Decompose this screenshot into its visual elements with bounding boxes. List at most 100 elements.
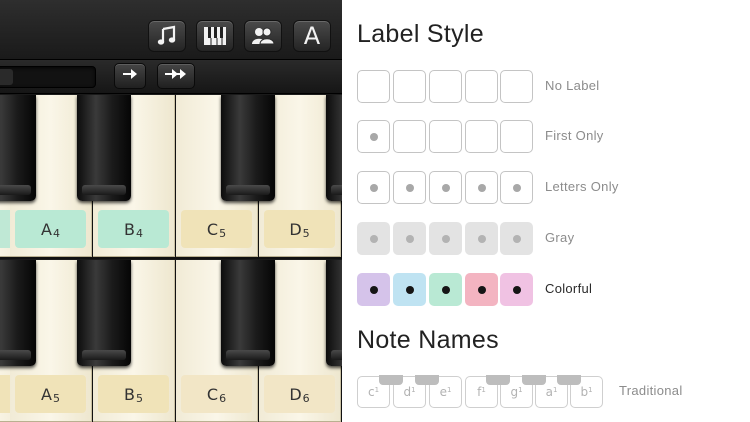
note-letter: D xyxy=(289,384,302,404)
music-note-button[interactable] xyxy=(148,20,186,52)
preview-box xyxy=(465,273,498,306)
preview-box xyxy=(500,273,533,306)
note-octave: 4 xyxy=(52,226,60,240)
key-label-a5: A5 xyxy=(15,375,86,413)
preview-box xyxy=(429,222,462,255)
note-letter: D xyxy=(289,219,302,239)
note-octave: 6 xyxy=(219,391,227,405)
mini-black-key xyxy=(486,375,510,385)
dot-icon xyxy=(512,285,521,294)
preview-box xyxy=(357,222,390,255)
preview-box xyxy=(393,171,426,204)
preview-box xyxy=(500,70,533,103)
black-key[interactable] xyxy=(326,260,342,366)
preview-box xyxy=(465,70,498,103)
note-name-option-traditional[interactable]: c1 d1 e1 f1 g1 a1 b1 Traditional xyxy=(357,375,737,409)
note-octave: 4 xyxy=(135,226,143,240)
note-names-title: Note Names xyxy=(357,326,499,354)
key-label-a4: A4 xyxy=(15,210,86,248)
dot-icon xyxy=(441,183,450,192)
mini-black-key xyxy=(522,375,546,385)
preview-box xyxy=(465,171,498,204)
key-label-b5: B5 xyxy=(98,375,169,413)
black-key[interactable] xyxy=(0,95,36,201)
note-octave: 5 xyxy=(135,391,143,405)
scroll-right-button[interactable] xyxy=(114,63,146,89)
mini-black-key xyxy=(379,375,403,385)
preview-box xyxy=(500,171,533,204)
keyboard-top: A4 B4 C5 D5 xyxy=(0,95,342,259)
minimap-thumb[interactable] xyxy=(0,69,13,85)
note-letter: b xyxy=(580,385,589,399)
keyboard-minimap[interactable] xyxy=(0,66,96,88)
note-letter: A xyxy=(41,219,52,239)
settings-panel: Label Style No Label First Only Letters … xyxy=(342,0,750,422)
note-octave: 1 xyxy=(518,386,523,394)
key-label-d6: D6 xyxy=(264,375,335,413)
note-letter: B xyxy=(124,384,135,404)
preview-box xyxy=(393,222,426,255)
note-letter: C xyxy=(206,384,219,404)
black-key[interactable] xyxy=(0,260,36,366)
note-letter: g xyxy=(510,385,519,399)
preview-box xyxy=(429,273,462,306)
preview-box xyxy=(357,120,390,153)
dot-icon xyxy=(369,183,378,192)
note-octave: 5 xyxy=(302,226,310,240)
dot-icon xyxy=(512,234,521,243)
style-option-no-label[interactable]: No Label xyxy=(357,70,737,104)
double-arrow-right-icon xyxy=(164,67,188,85)
note-octave: 1 xyxy=(481,386,486,394)
note-letter: d xyxy=(403,385,412,399)
black-key[interactable] xyxy=(77,260,131,366)
preview-box xyxy=(500,120,533,153)
piano-panel: A A4 B4 C5 D 5 A 5 B 5 C 6 D 6 xyxy=(0,0,342,422)
note-name-label: Traditional xyxy=(619,383,683,398)
style-label: Letters Only xyxy=(545,179,619,194)
note-octave: 1 xyxy=(552,386,558,394)
preview-box xyxy=(429,120,462,153)
dot-icon xyxy=(441,285,450,294)
mini-black-key xyxy=(557,375,581,385)
black-key[interactable] xyxy=(326,95,342,201)
key-label-c6: C6 xyxy=(181,375,252,413)
black-key[interactable] xyxy=(221,95,275,201)
keyboard-layout-button[interactable] xyxy=(196,20,234,52)
key-label-c5: C5 xyxy=(181,210,252,248)
preview-box xyxy=(357,171,390,204)
two-users-icon xyxy=(251,26,275,46)
dot-icon xyxy=(477,234,486,243)
note-letter: B xyxy=(124,219,135,239)
style-option-gray[interactable]: Gray xyxy=(357,222,737,256)
label-style-title: Label Style xyxy=(357,20,484,48)
dot-icon xyxy=(405,234,414,243)
note-letter: a xyxy=(545,385,553,399)
preview-box xyxy=(393,120,426,153)
note-octave: 1 xyxy=(411,386,416,394)
style-option-first-only[interactable]: First Only xyxy=(357,120,737,154)
style-label: First Only xyxy=(545,128,604,143)
black-key[interactable] xyxy=(77,95,131,201)
two-player-button[interactable] xyxy=(244,20,282,52)
dot-icon xyxy=(512,183,521,192)
dot-icon xyxy=(369,132,378,141)
note-octave: 1 xyxy=(374,386,380,394)
label-toggle-button[interactable]: A xyxy=(293,20,331,52)
preview-box xyxy=(465,120,498,153)
dot-icon xyxy=(405,183,414,192)
dot-icon xyxy=(477,285,486,294)
style-option-letters-only[interactable]: Letters Only xyxy=(357,171,737,205)
note-octave: 5 xyxy=(219,226,227,240)
keyboard-bottom: A5 B5 C6 D6 xyxy=(0,260,342,422)
style-option-colorful[interactable]: Colorful xyxy=(357,273,737,307)
dot-icon xyxy=(441,234,450,243)
preview-box xyxy=(393,70,426,103)
key-label-d5: D5 xyxy=(264,210,335,248)
preview-box xyxy=(465,222,498,255)
mini-black-key xyxy=(415,375,439,385)
piano-keys-icon xyxy=(203,26,227,46)
dot-icon xyxy=(477,183,486,192)
scroll-fast-right-button[interactable] xyxy=(157,63,195,89)
black-key[interactable] xyxy=(221,260,275,366)
note-letter: A xyxy=(41,384,52,404)
